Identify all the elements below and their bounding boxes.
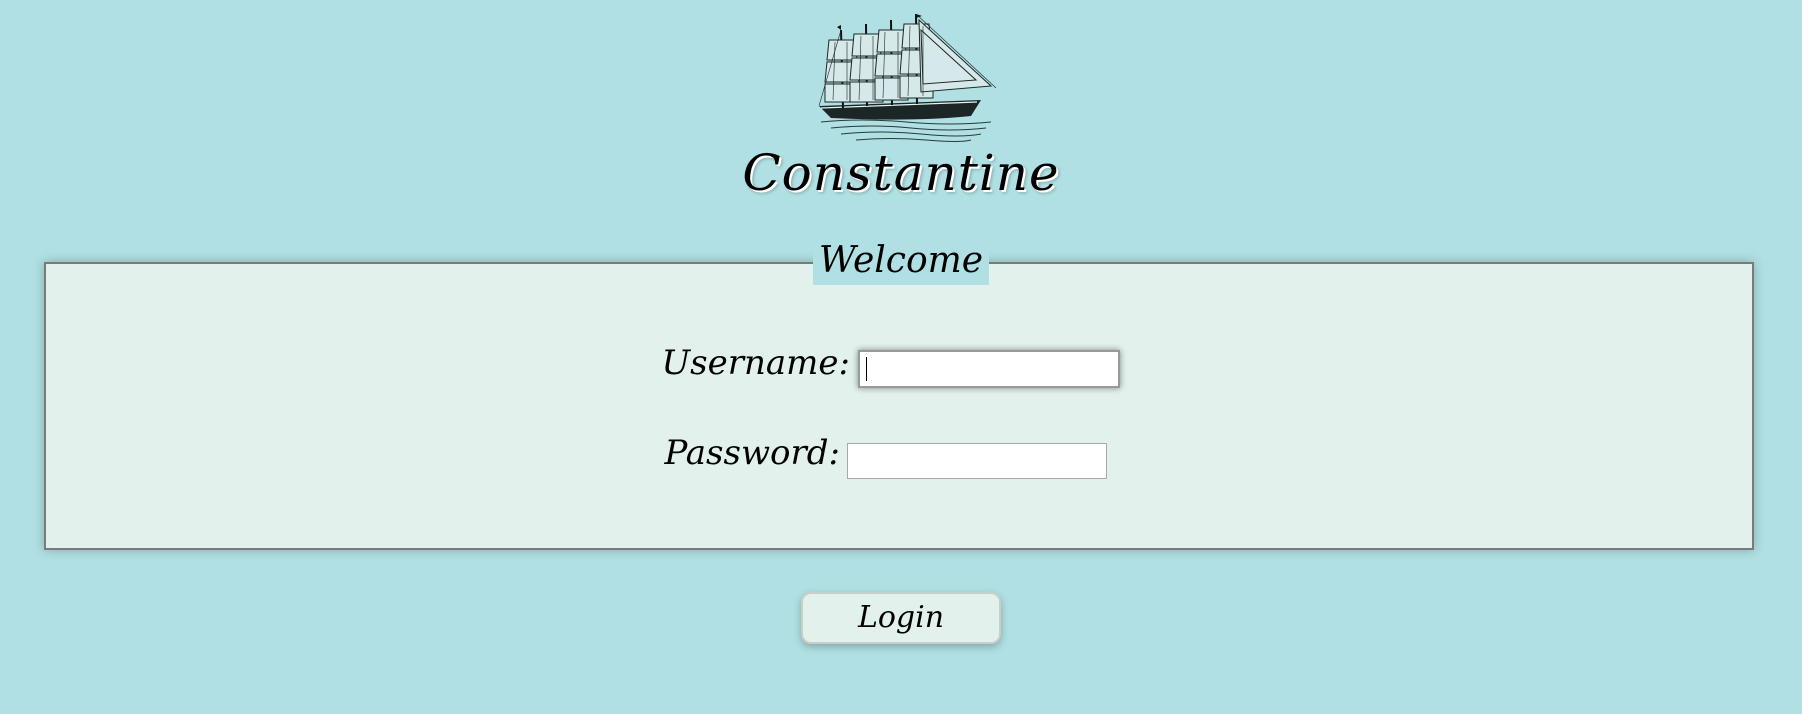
password-label: Password: [664, 433, 840, 473]
fieldset-legend: Welcome [812, 237, 990, 285]
password-input[interactable] [847, 443, 1107, 479]
sailing-ship-icon [811, 10, 1001, 150]
text-caret [866, 357, 867, 381]
username-input[interactable] [858, 350, 1120, 388]
login-fieldset [44, 262, 1754, 550]
app-title: Constantine [742, 144, 1060, 202]
username-label: Username: [661, 343, 850, 383]
login-button[interactable]: Login [801, 592, 1001, 644]
